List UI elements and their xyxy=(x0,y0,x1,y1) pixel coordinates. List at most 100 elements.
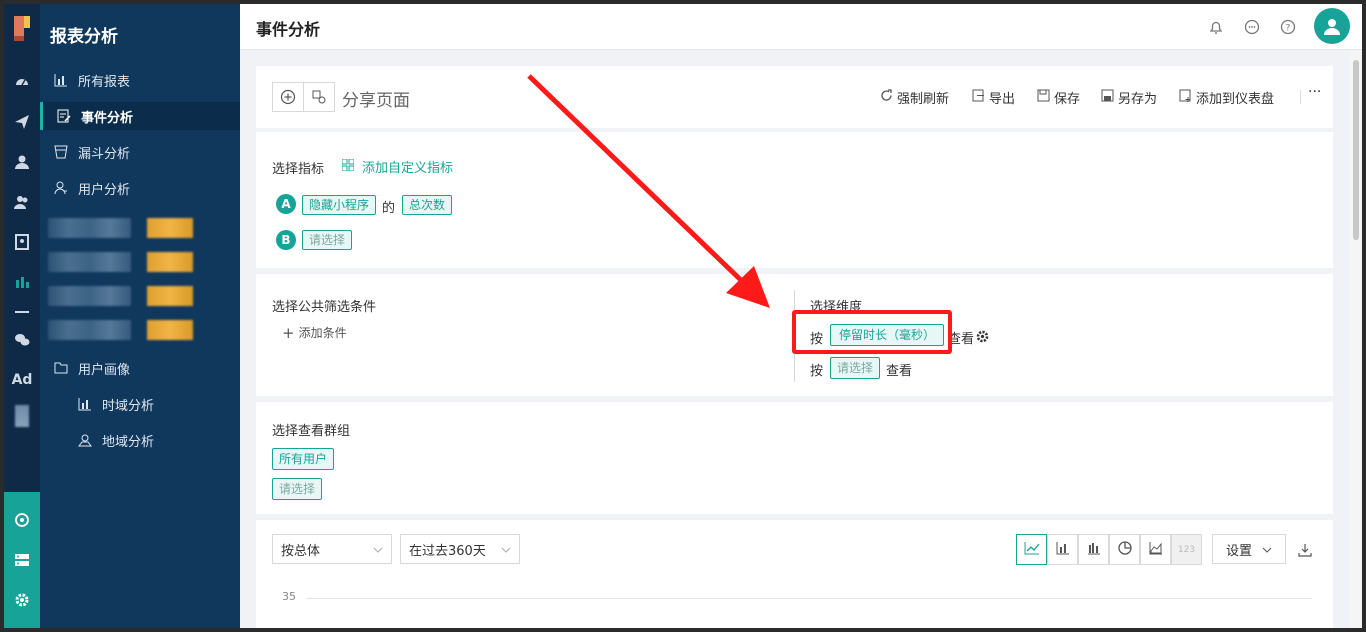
number-chart-button[interactable]: 123 xyxy=(1171,534,1202,565)
add-dashboard-icon xyxy=(1179,89,1192,106)
header: 事件分析 ? xyxy=(240,4,1362,50)
blurred-item xyxy=(48,286,193,306)
bar-chart-button[interactable] xyxy=(1047,534,1078,565)
dimension-2-select[interactable]: 请选择 xyxy=(830,357,881,379)
metrics-label: 选择指标 xyxy=(272,162,325,177)
force-refresh-button[interactable]: 强制刷新 xyxy=(880,88,949,107)
export-icon xyxy=(972,89,985,106)
group-select[interactable]: 请选择 xyxy=(272,478,323,500)
svg-text:?: ? xyxy=(1286,24,1291,34)
dimension-2-suffix: 查看 xyxy=(886,364,913,379)
blurred-item xyxy=(48,320,193,340)
icon-rail: Ad xyxy=(4,4,40,628)
metrics-card: 选择指标 添加自定义指标 A 隐藏小程序 的 总次数 B 请选择 xyxy=(256,132,1333,268)
area-chart-icon xyxy=(1149,540,1163,559)
export-label: 导出 xyxy=(989,92,1016,107)
sidebar-item-label: 所有报表 xyxy=(78,74,131,90)
save-as-icon xyxy=(1101,89,1114,106)
app-window: Ad 报表分析 所有报表 事件分析 漏斗分析 用户分析 用户画像 时域分析 地域… xyxy=(4,4,1362,628)
settings-button[interactable]: 设置 xyxy=(1212,534,1286,564)
granularity-value: 按总体 xyxy=(281,543,321,559)
save-as-button[interactable]: 另存为 xyxy=(1101,88,1157,107)
sidebar-item-funnel[interactable]: 漏斗分析 xyxy=(40,138,240,166)
area-chart-button[interactable] xyxy=(1140,534,1171,565)
add-button[interactable] xyxy=(272,82,304,112)
metric-a-measure-select[interactable]: 总次数 xyxy=(402,195,453,215)
sidebar-item-time-analysis[interactable]: 时域分析 xyxy=(40,390,240,418)
hub-icon[interactable] xyxy=(10,508,34,532)
wechat-icon[interactable] xyxy=(10,328,34,352)
users-icon[interactable] xyxy=(10,190,34,214)
scroll-thumb[interactable] xyxy=(1353,60,1359,240)
gear-icon[interactable] xyxy=(976,328,989,347)
blurred-item xyxy=(48,218,193,238)
contact-icon[interactable] xyxy=(10,230,34,254)
bell-icon[interactable] xyxy=(1206,17,1226,37)
sidebar-item-event-analysis[interactable]: 事件分析 xyxy=(40,102,240,130)
gear-icon[interactable] xyxy=(10,588,34,612)
save-icon xyxy=(1037,89,1050,106)
granularity-select[interactable]: 按总体 xyxy=(272,534,392,564)
chat-icon[interactable] xyxy=(1242,17,1262,37)
download-icon[interactable] xyxy=(1298,542,1312,561)
group-all-users-tag[interactable]: 所有用户 xyxy=(272,448,335,470)
blurred-item xyxy=(48,252,193,272)
user-icon[interactable] xyxy=(10,150,34,174)
chevron-down-icon xyxy=(501,542,511,557)
share-page-title[interactable]: 分享页面 xyxy=(342,86,410,111)
save-button[interactable]: 保存 xyxy=(1037,88,1080,107)
dashboard-icon[interactable] xyxy=(10,70,34,94)
help-icon[interactable]: ? xyxy=(1278,17,1298,37)
user-icon xyxy=(52,181,70,195)
funnel-icon xyxy=(52,145,70,159)
sidebar-item-all-reports[interactable]: 所有报表 xyxy=(40,66,240,94)
grouped-bar-button[interactable] xyxy=(1078,534,1109,565)
map-pin-icon xyxy=(76,433,94,447)
bar-chart-icon xyxy=(1056,540,1070,559)
sidebar-item-label: 用户画像 xyxy=(78,362,131,378)
settings-label: 设置 xyxy=(1225,543,1252,559)
add-custom-metric-link[interactable]: 添加自定义指标 xyxy=(341,157,454,176)
date-range-value: 在过去360天 xyxy=(409,543,486,559)
groups-card: 选择查看群组 所有用户 请选择 xyxy=(256,402,1333,514)
add-custom-metric-label: 添加自定义指标 xyxy=(362,161,454,176)
line-chart-button[interactable] xyxy=(1016,534,1047,565)
filters-label: 选择公共筛选条件 xyxy=(272,300,377,315)
template-button[interactable] xyxy=(303,82,335,112)
y-axis-tick: 35 xyxy=(282,590,296,603)
page-title: 事件分析 xyxy=(256,20,321,39)
plus-icon: + xyxy=(282,323,295,342)
folder-icon xyxy=(52,361,70,375)
chevron-down-icon xyxy=(1262,542,1272,557)
export-button[interactable]: 导出 xyxy=(972,88,1015,107)
add-to-dashboard-button[interactable]: 添加到仪表盘 xyxy=(1179,88,1274,107)
sidebar-item-region-analysis[interactable]: 地域分析 xyxy=(40,426,240,454)
date-range-select[interactable]: 在过去360天 xyxy=(400,534,520,564)
server-icon[interactable] xyxy=(10,548,34,572)
grouped-bar-icon xyxy=(1087,540,1101,559)
bar-chart-icon[interactable] xyxy=(10,270,34,294)
chart-card: 按总体 在过去360天 123 设置 35 xyxy=(256,520,1333,628)
chevron-down-icon xyxy=(373,542,383,557)
metric-a-event-select[interactable]: 隐藏小程序 xyxy=(302,195,377,215)
user-avatar-icon[interactable] xyxy=(1314,8,1350,44)
highlight-box xyxy=(792,310,952,354)
edit-doc-icon xyxy=(55,109,73,123)
scrollbar[interactable] xyxy=(1350,50,1362,628)
ad-icon[interactable]: Ad xyxy=(10,368,34,392)
metric-b-badge: B xyxy=(276,230,296,250)
dimension-2-prefix: 按 xyxy=(810,364,824,379)
rail-bottom-section xyxy=(4,492,40,628)
metric-b-select[interactable]: 请选择 xyxy=(302,230,353,250)
sidebar-item-user-portrait[interactable]: 用户画像 xyxy=(40,354,240,382)
add-condition-button[interactable]: + 添加条件 xyxy=(282,324,347,341)
send-icon[interactable] xyxy=(10,110,34,134)
refresh-icon xyxy=(880,89,893,106)
sidebar-item-label: 地域分析 xyxy=(102,434,155,450)
sidebar-item-user-analysis[interactable]: 用户分析 xyxy=(40,174,240,202)
pie-chart-icon xyxy=(1117,540,1132,559)
more-button[interactable]: ··· xyxy=(1308,84,1321,100)
toolbar-divider xyxy=(1300,90,1301,104)
sidebar: 报表分析 所有报表 事件分析 漏斗分析 用户分析 用户画像 时域分析 地域分析 xyxy=(40,4,240,628)
pie-chart-button[interactable] xyxy=(1109,534,1140,565)
